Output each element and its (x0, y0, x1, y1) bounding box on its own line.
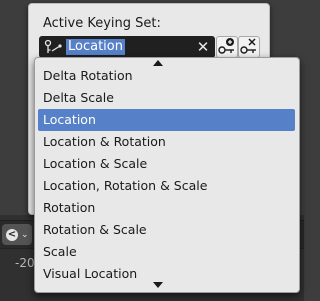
add-keying-set-button[interactable] (216, 36, 238, 58)
keying-set-dropdown: Delta Rotation Delta Scale Location Loca… (34, 57, 300, 293)
scroll-down-icon[interactable] (153, 282, 163, 288)
remove-keyframe-icon (240, 38, 256, 54)
menu-item[interactable]: Location (38, 109, 295, 131)
keying-set-value[interactable]: Location (66, 39, 125, 55)
menu-item[interactable]: Rotation (38, 197, 295, 219)
timeline-mode-button[interactable]: < ⌄ (2, 224, 32, 245)
menu-item[interactable]: Location & Scale (38, 153, 295, 175)
chevron-down-icon: ⌄ (21, 229, 29, 240)
add-keyframe-icon (218, 38, 234, 54)
remove-keying-set-button[interactable] (238, 36, 260, 58)
menu-item[interactable]: Rotation & Scale (38, 219, 295, 241)
clock-icon: < (6, 228, 18, 241)
menu-item[interactable]: Delta Scale (38, 87, 295, 109)
menu-item[interactable]: Location & Rotation (38, 131, 295, 153)
active-keying-set-field[interactable]: Location ✕ (39, 36, 215, 58)
keying-set-menu: Delta Rotation Delta Scale Location Loca… (38, 65, 295, 285)
menu-item[interactable]: Scale (38, 241, 295, 263)
menu-item[interactable]: Location, Rotation & Scale (38, 175, 295, 197)
frame-number: -20 (15, 256, 35, 270)
panel-title: Active Keying Set: (43, 16, 161, 31)
close-icon[interactable]: ✕ (195, 38, 211, 56)
keying-set-icon (44, 39, 62, 53)
menu-item[interactable]: Visual Location (38, 263, 295, 285)
menu-item[interactable]: Delta Rotation (38, 65, 295, 87)
